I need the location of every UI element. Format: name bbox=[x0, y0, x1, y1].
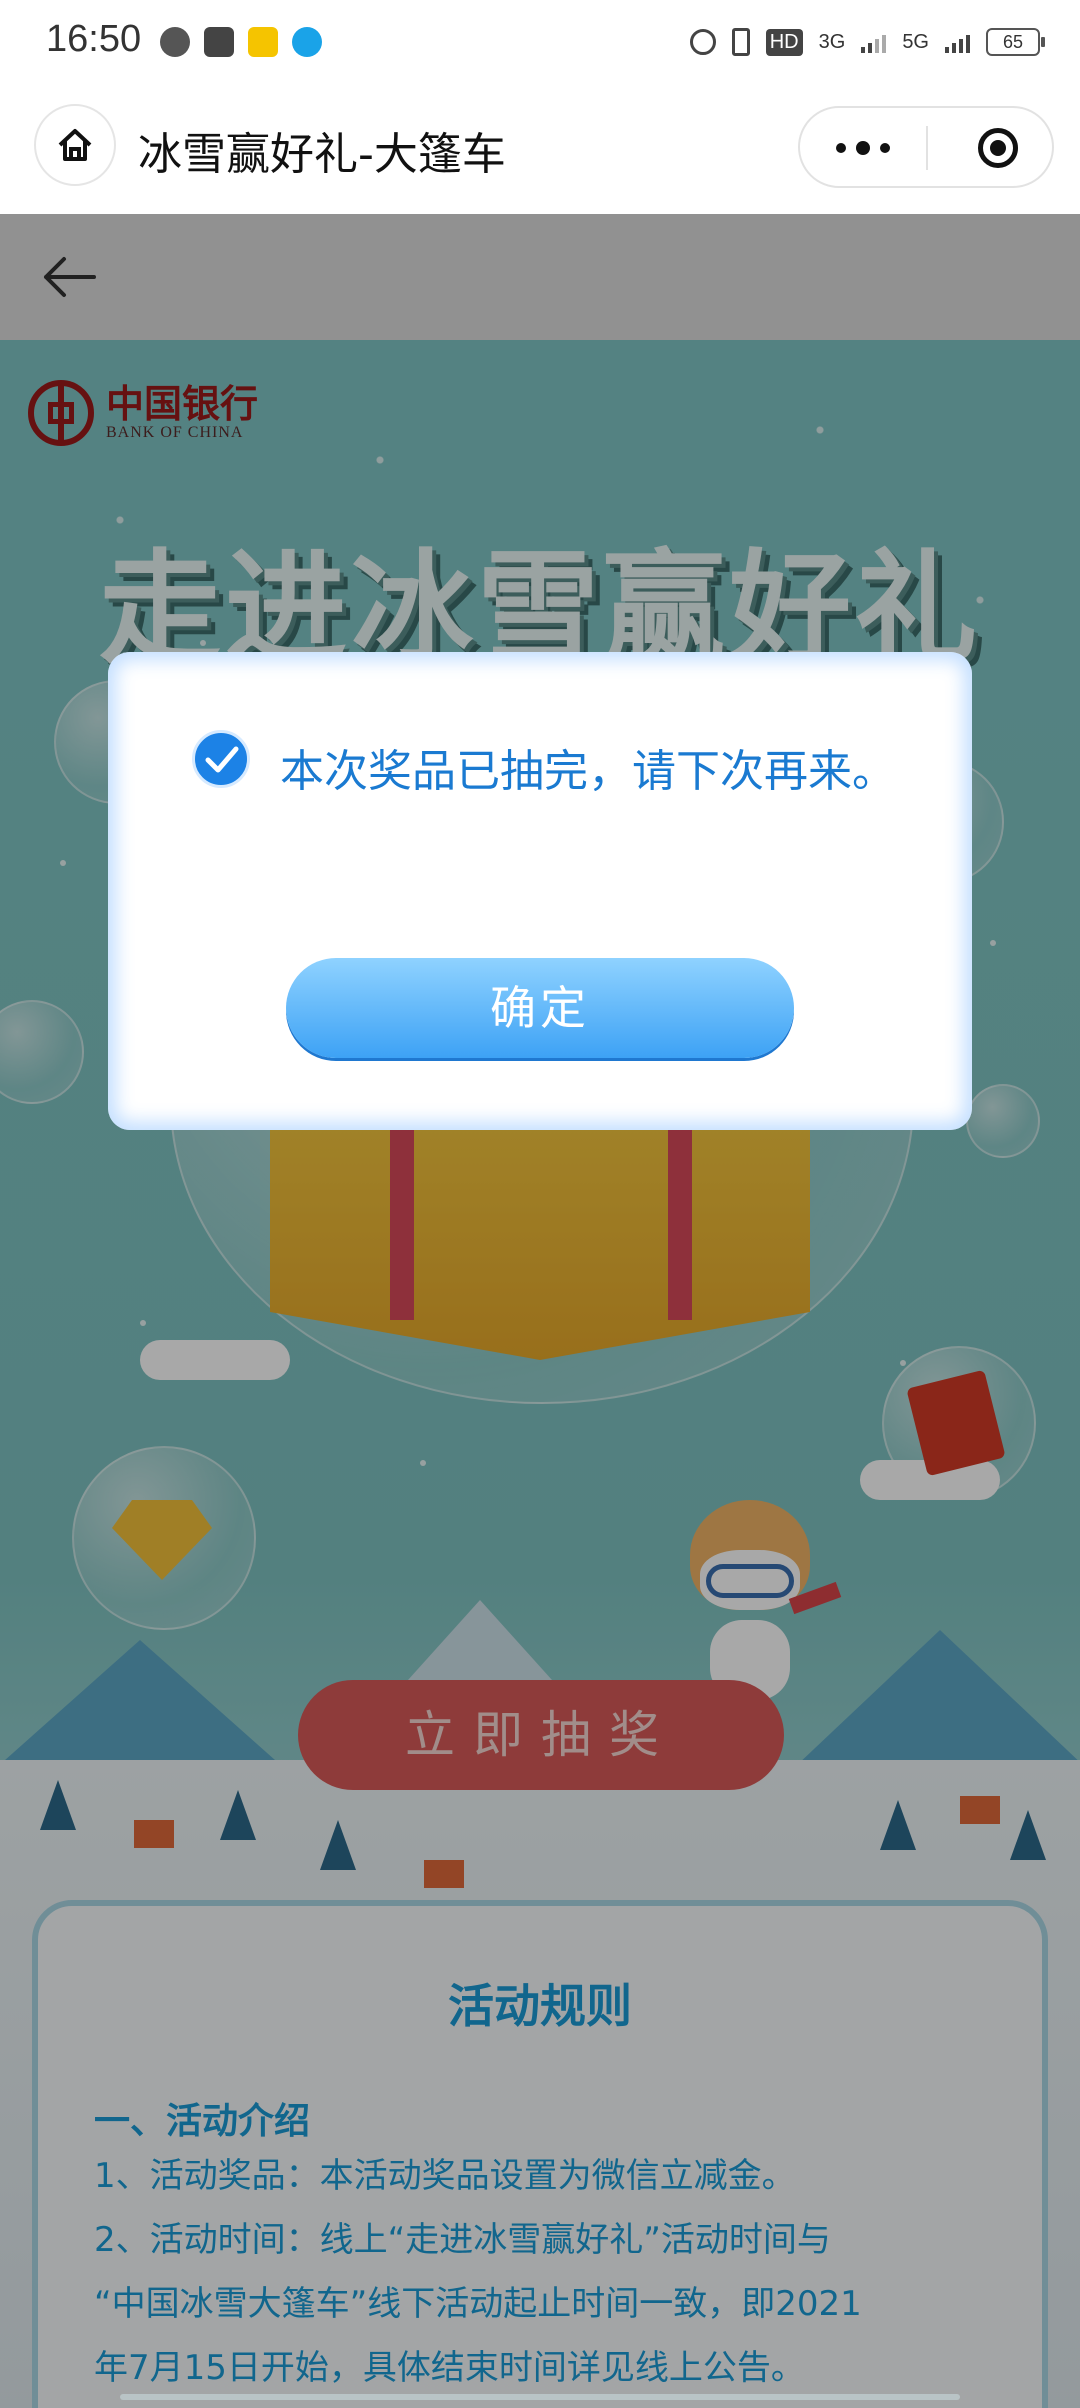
5g-label: 5G bbox=[902, 30, 929, 53]
page-title: 冰雪赢好礼-大篷车 bbox=[138, 129, 506, 180]
more-icon[interactable] bbox=[836, 138, 896, 158]
app-icon bbox=[248, 27, 278, 57]
dialog-message: 本次奖品已抽完，请下次再来。 bbox=[280, 746, 896, 797]
status-bar: 16:50 HD 3G 5G 65 bbox=[0, 0, 1080, 80]
status-time: 16:50 bbox=[46, 18, 142, 60]
menu-capsule bbox=[798, 106, 1054, 188]
wechat-icon bbox=[160, 27, 190, 57]
alipay-icon bbox=[204, 27, 234, 57]
signal-icon bbox=[945, 31, 970, 53]
close-miniprogram-icon[interactable] bbox=[978, 128, 1018, 168]
home-icon bbox=[58, 129, 92, 161]
status-indicators: HD 3G 5G 65 bbox=[689, 22, 1045, 62]
vibrate-icon bbox=[731, 28, 750, 56]
gesture-bar bbox=[120, 2394, 960, 2400]
battery-icon: 65 bbox=[986, 28, 1045, 56]
title-bar: 冰雪赢好礼-大篷车 bbox=[0, 80, 1080, 214]
result-dialog: 本次奖品已抽完，请下次再来。 确定 bbox=[108, 652, 972, 1130]
qq-icon bbox=[292, 27, 322, 57]
3g-label: 3G bbox=[818, 30, 846, 53]
home-button[interactable] bbox=[34, 104, 116, 186]
capsule-divider bbox=[926, 126, 928, 170]
alarm-icon bbox=[689, 29, 716, 55]
check-circle-icon bbox=[192, 730, 250, 788]
confirm-button[interactable]: 确定 bbox=[286, 958, 794, 1058]
hd-label: HD bbox=[765, 28, 803, 56]
status-app-icons bbox=[160, 24, 322, 60]
signal-icon bbox=[861, 31, 887, 53]
modal-overlay[interactable] bbox=[0, 214, 1080, 2408]
